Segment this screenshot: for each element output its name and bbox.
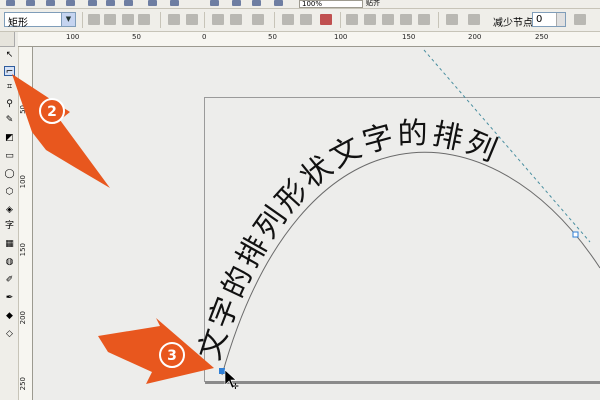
polygon-tool-icon[interactable]: ⬡ [4, 187, 15, 197]
stretch-nodes-icon[interactable] [364, 14, 376, 25]
undo-icon[interactable] [148, 0, 157, 6]
ellipse-tool-icon[interactable]: ◯ [4, 169, 15, 179]
reduce-nodes-input[interactable]: 0 [532, 12, 566, 27]
separator [82, 12, 83, 28]
outline-tool-icon[interactable]: ✒ [4, 293, 15, 303]
separator [274, 12, 275, 28]
separator [340, 12, 341, 28]
zoom-tool-icon[interactable]: ⚲ [4, 99, 15, 109]
eyedropper-tool-icon[interactable]: ✐ [4, 275, 15, 285]
ruler-label: 100 [334, 33, 348, 41]
ruler-label: 200 [19, 311, 27, 325]
elastic-mode-icon[interactable] [446, 14, 458, 25]
freehand-tool-icon[interactable]: ✎ [4, 115, 15, 125]
ruler-label: 50 [132, 33, 141, 41]
ruler-label: 200 [468, 33, 482, 41]
ruler-origin-corner[interactable] [0, 32, 15, 47]
ruler-label: 0 [202, 33, 207, 41]
zoom-level-select[interactable]: 100% [299, 0, 363, 8]
curve-start-node[interactable] [219, 368, 225, 374]
auto-close-icon[interactable] [346, 14, 358, 25]
ruler-label: 250 [535, 33, 549, 41]
fill-tool-icon[interactable]: ◆ [4, 311, 15, 321]
separator [204, 12, 205, 28]
crop-tool-icon[interactable]: ⌗ [4, 82, 15, 92]
reduce-nodes-label: 减少节点 [493, 18, 533, 29]
rotate-nodes-icon[interactable] [382, 14, 394, 25]
zoom-level-value: 100% [302, 0, 323, 8]
ruler-label: 150 [402, 33, 416, 41]
shape-type-select[interactable]: 矩形 ▼ [4, 12, 76, 29]
chevron-down-icon[interactable]: ▼ [61, 13, 75, 26]
toolbox: ↖ ⌐ ⌗ ⚲ ✎ ◩ ▭ ◯ ⬡ ◈ 字 ▦ ◍ ✐ ✒ ◆ ◇ [0, 47, 19, 400]
redo-icon[interactable] [170, 0, 179, 6]
new-icon[interactable] [6, 0, 15, 6]
export-icon[interactable] [232, 0, 241, 6]
page-shadow [205, 381, 600, 384]
ruler-label: 150 [19, 243, 27, 257]
ruler-label: 100 [19, 175, 27, 189]
open-icon[interactable] [26, 0, 35, 6]
select-all-nodes-icon[interactable] [468, 14, 480, 25]
interactive-fill-tool-icon[interactable]: ◇ [4, 329, 15, 339]
delete-node-icon[interactable] [104, 14, 116, 25]
ruler-label: 50 [19, 105, 27, 114]
separator [438, 12, 439, 28]
welcome-screen-icon[interactable] [274, 0, 283, 6]
reduce-nodes-value: 0 [536, 14, 543, 25]
curve-smoothness-icon[interactable] [574, 14, 586, 25]
basic-shapes-tool-icon[interactable]: ◈ [4, 205, 15, 215]
spinner-icon[interactable] [556, 13, 565, 26]
cut-icon[interactable] [88, 0, 97, 6]
extract-subpath-icon[interactable] [320, 14, 332, 25]
standard-toolbar: 100% 贴齐 [0, 0, 600, 9]
smart-fill-tool-icon[interactable]: ◩ [4, 133, 15, 143]
join-nodes-icon[interactable] [122, 14, 134, 25]
reflect-nodes-icon[interactable] [418, 14, 430, 25]
snap-to-label[interactable]: 贴齐 [366, 0, 380, 7]
copy-icon[interactable] [106, 0, 115, 6]
pick-tool-icon[interactable]: ↖ [4, 50, 15, 60]
ruler-label: 250 [19, 377, 27, 391]
print-icon[interactable] [66, 0, 75, 6]
convert-to-curve-icon[interactable] [186, 14, 198, 25]
shape-type-value: 矩形 [8, 18, 28, 29]
import-icon[interactable] [210, 0, 219, 6]
text-tool-icon[interactable]: 字 [4, 221, 15, 231]
extend-curve-icon[interactable] [300, 14, 312, 25]
shape-tool-icon[interactable]: ⌐ [4, 66, 15, 77]
convert-to-line-icon[interactable] [168, 14, 180, 25]
application-launcher-icon[interactable] [252, 0, 261, 6]
save-icon[interactable] [46, 0, 55, 6]
cusp-node-icon[interactable] [212, 14, 224, 25]
horizontal-ruler[interactable]: 100 50 0 50 100 150 200 250 [18, 32, 600, 47]
vertical-ruler[interactable]: 50 100 150 200 250 [18, 47, 33, 400]
curve-end-node[interactable] [572, 231, 579, 238]
ruler-label: 50 [268, 33, 277, 41]
property-bar: 矩形 ▼ 减少节点 0 [0, 9, 600, 32]
separator [160, 12, 161, 28]
rectangle-tool-icon[interactable]: ▭ [4, 151, 15, 161]
add-node-icon[interactable] [88, 14, 100, 25]
break-curve-icon[interactable] [138, 14, 150, 25]
interactive-blend-tool-icon[interactable]: ◍ [4, 257, 15, 267]
symmetrical-node-icon[interactable] [252, 14, 264, 25]
reverse-direction-icon[interactable] [282, 14, 294, 25]
paste-icon[interactable] [124, 0, 133, 6]
smooth-node-icon[interactable] [230, 14, 242, 25]
table-tool-icon[interactable]: ▦ [4, 239, 15, 249]
align-nodes-icon[interactable] [400, 14, 412, 25]
ruler-label: 100 [66, 33, 80, 41]
